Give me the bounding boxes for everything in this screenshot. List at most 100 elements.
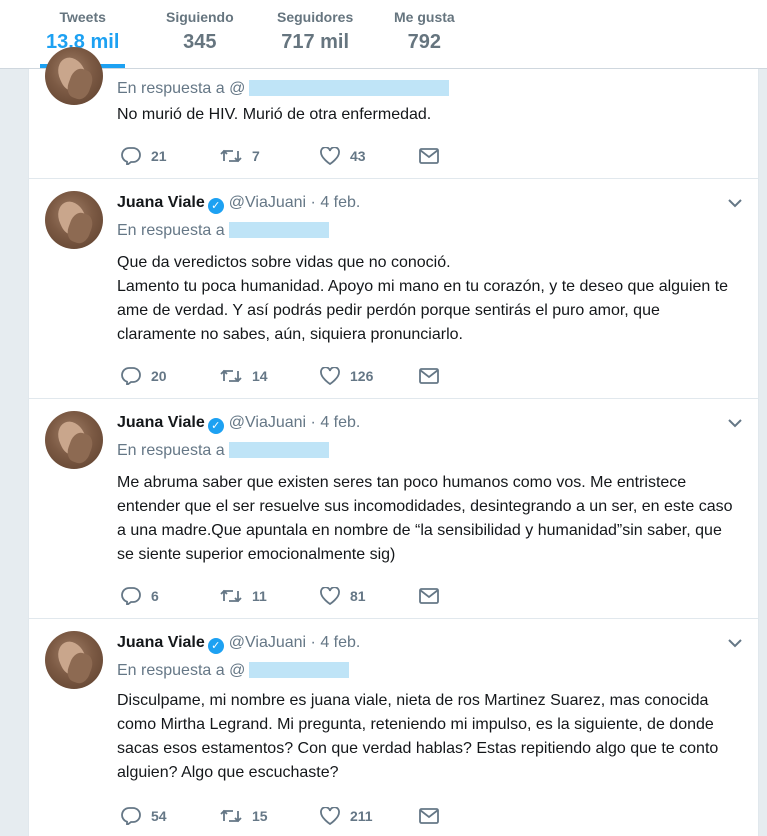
- message-button[interactable]: [419, 586, 439, 606]
- reply-count: 54: [151, 808, 167, 824]
- reply-count: 6: [151, 588, 159, 604]
- retweet-button[interactable]: 11: [220, 586, 267, 606]
- verified-badge-icon: ✓: [207, 198, 224, 214]
- reply-button[interactable]: 20: [121, 366, 167, 386]
- chevron-down-icon[interactable]: [726, 636, 744, 650]
- author-handle[interactable]: @ViaJuani: [229, 194, 306, 211]
- redacted-handle: [249, 662, 350, 678]
- message-button[interactable]: [419, 146, 439, 166]
- reply-button[interactable]: 21: [121, 146, 167, 166]
- avatar[interactable]: [45, 631, 103, 689]
- avatar[interactable]: [45, 191, 103, 249]
- heart-icon: [320, 807, 340, 825]
- like-count: 43: [350, 148, 366, 164]
- stat-value: 792: [407, 31, 442, 53]
- tweet-text: Disculpame, mi nombre es juana viale, ni…: [117, 689, 737, 785]
- chevron-down-icon[interactable]: [726, 416, 744, 430]
- reply-icon: [121, 807, 141, 825]
- author-name[interactable]: Juana Viale: [117, 634, 205, 651]
- reply-button[interactable]: 54: [121, 806, 167, 826]
- reply-handle[interactable]: @: [229, 80, 245, 97]
- author-handle[interactable]: @ViaJuani: [229, 634, 306, 651]
- author-name[interactable]: Juana Viale: [117, 194, 205, 211]
- tweet-header: Juana Viale ✓ @ViaJuani · 4 feb.: [117, 633, 360, 654]
- stat-following[interactable]: Siguiendo 345: [166, 8, 234, 56]
- reply-prefix: En respuesta a: [117, 442, 225, 459]
- tweet-date[interactable]: · 4 feb.: [311, 414, 361, 431]
- stat-label: Seguidores: [277, 9, 354, 25]
- like-button[interactable]: 43: [320, 146, 366, 166]
- reply-button[interactable]: 6: [121, 586, 159, 606]
- envelope-icon: [419, 808, 439, 824]
- stat-label: Siguiendo: [166, 9, 234, 25]
- tweet[interactable]: Juana Viale ✓ @ViaJuani · 4 feb. En respue…: [29, 179, 758, 399]
- reply-prefix: En respuesta a: [117, 222, 225, 239]
- retweet-icon: [220, 369, 242, 383]
- stat-followers[interactable]: Seguidores 717 mil: [277, 8, 353, 56]
- reply-icon: [121, 587, 141, 605]
- redacted-handle: [228, 222, 329, 238]
- tweet-header: Juana Viale ✓ @ViaJuani · 4 feb.: [117, 413, 360, 434]
- avatar[interactable]: [45, 411, 103, 469]
- retweet-icon: [220, 149, 242, 163]
- reply-context: En respuesta a @: [117, 79, 450, 99]
- message-button[interactable]: [419, 366, 439, 386]
- heart-icon: [320, 147, 340, 165]
- tweet-text: Me abruma saber que existen seres tan po…: [117, 471, 737, 567]
- retweet-button[interactable]: 15: [220, 806, 268, 826]
- timeline: En respuesta a @ No murió de HIV. Murió …: [28, 47, 759, 836]
- tweet[interactable]: Juana Viale ✓ @ViaJuani · 4 feb. En respue…: [29, 619, 758, 836]
- reply-count: 21: [151, 148, 167, 164]
- like-button[interactable]: 81: [320, 586, 366, 606]
- reply-context: En respuesta a: [117, 221, 329, 241]
- heart-icon: [320, 587, 340, 605]
- tweet-paragraph: Disculpame, mi nombre es juana viale, ni…: [117, 692, 719, 781]
- chevron-down-icon[interactable]: [726, 196, 744, 210]
- like-button[interactable]: 126: [320, 366, 373, 386]
- stat-label: Me gusta: [394, 9, 455, 25]
- reply-icon: [121, 147, 141, 165]
- retweet-count: 15: [252, 808, 268, 824]
- avatar[interactable]: [45, 47, 103, 105]
- envelope-icon: [419, 588, 439, 604]
- reply-icon: [121, 367, 141, 385]
- reply-count: 20: [151, 368, 167, 384]
- tweet-date[interactable]: · 4 feb.: [311, 634, 361, 651]
- stat-value: 345: [183, 31, 217, 53]
- tweet-header: Juana Viale ✓ @ViaJuani · 4 feb.: [117, 193, 360, 214]
- redacted-handle: [249, 80, 450, 96]
- stat-value: 717 mil: [281, 31, 350, 53]
- heart-icon: [320, 367, 340, 385]
- retweet-count: 7: [252, 148, 260, 164]
- verified-badge-icon: ✓: [207, 418, 224, 434]
- retweet-icon: [220, 809, 242, 823]
- tweet-paragraph: Que da veredictos sobre vidas que no con…: [117, 254, 451, 271]
- reply-context: En respuesta a @: [117, 661, 350, 681]
- retweet-count: 14: [252, 368, 268, 384]
- envelope-icon: [419, 148, 439, 164]
- profile-nav: Tweets 13,8 mil Siguiendo 345 Seguidores…: [0, 0, 767, 69]
- author-name[interactable]: Juana Viale: [117, 414, 205, 431]
- like-button[interactable]: 211: [320, 806, 373, 826]
- retweet-count: 11: [252, 588, 267, 604]
- tweet-text: Que da veredictos sobre vidas que no con…: [117, 251, 737, 347]
- tweet[interactable]: En respuesta a @ No murió de HIV. Murió …: [29, 47, 758, 179]
- reply-handle[interactable]: @: [229, 662, 245, 679]
- tweet-text: No murió de HIV. Murió de otra enfermeda…: [117, 103, 737, 127]
- author-handle[interactable]: @ViaJuani: [229, 414, 306, 431]
- tweet-date[interactable]: · 4 feb.: [311, 194, 361, 211]
- tweet[interactable]: Juana Viale ✓ @ViaJuani · 4 feb. En respue…: [29, 399, 758, 619]
- retweet-button[interactable]: 14: [220, 366, 268, 386]
- like-count: 211: [350, 808, 373, 824]
- like-count: 126: [350, 368, 374, 384]
- reply-context: En respuesta a: [117, 441, 329, 461]
- retweet-icon: [220, 589, 242, 603]
- message-button[interactable]: [419, 806, 439, 826]
- stat-label: Tweets: [59, 9, 106, 25]
- retweet-button[interactable]: 7: [220, 146, 260, 166]
- tweet-paragraph: Me abruma saber que existen seres tan po…: [117, 474, 733, 563]
- stat-likes[interactable]: Me gusta 792: [394, 8, 455, 56]
- redacted-handle: [228, 442, 329, 458]
- envelope-icon: [419, 368, 439, 384]
- reply-prefix: En respuesta a: [117, 662, 225, 679]
